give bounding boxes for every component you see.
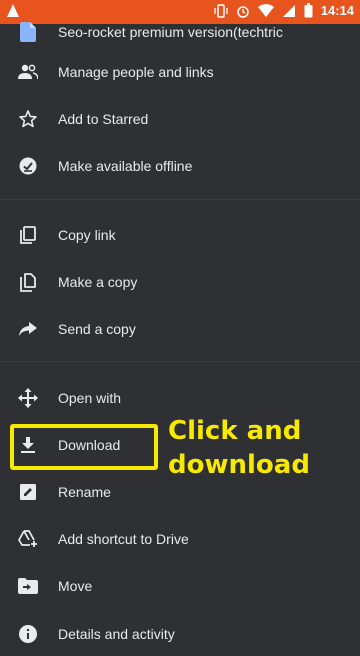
share-icon (0, 322, 58, 336)
move-icon (0, 578, 58, 594)
copy-link-icon (0, 226, 58, 244)
menu-item-add-shortcut[interactable]: Add shortcut to Drive (0, 517, 360, 561)
menu-item-add-to-starred[interactable]: Add to Starred (0, 97, 360, 141)
people-icon (0, 64, 58, 80)
download-highlight-box (10, 424, 158, 470)
make-offline-label: Make available offline (58, 158, 193, 174)
annotation-line-2: download (168, 450, 310, 480)
open-with-label: Open with (58, 390, 122, 406)
add-to-starred-label: Add to Starred (58, 111, 149, 127)
add-shortcut-icon (0, 530, 58, 548)
file-actions-sheet: Seo-rocket premium version(techtric Mana… (0, 22, 360, 643)
menu-item-copy-link[interactable]: Copy link (0, 213, 360, 257)
file-title: Seo-rocket premium version(techtric (58, 24, 283, 40)
copy-icon (0, 272, 58, 292)
manage-people-label: Manage people and links (58, 64, 214, 80)
info-icon (0, 625, 58, 643)
rename-icon (0, 484, 58, 500)
offline-icon (0, 157, 58, 175)
menu-item-make-a-copy[interactable]: Make a copy (0, 260, 360, 304)
menu-divider (0, 199, 360, 200)
annotation-line-1: Click and (168, 416, 302, 446)
make-a-copy-label: Make a copy (58, 274, 138, 290)
menu-item-move[interactable]: Move (0, 564, 360, 608)
menu-divider (0, 361, 360, 362)
annotation-text: Click and download (168, 414, 358, 482)
menu-item-details[interactable]: Details and activity (0, 612, 360, 656)
document-icon (0, 22, 58, 42)
menu-item-send-a-copy[interactable]: Send a copy (0, 307, 360, 351)
menu-item-manage-people[interactable]: Manage people and links (0, 50, 360, 94)
menu-item-file-title: Seo-rocket premium version(techtric (0, 10, 360, 54)
open-with-icon (0, 388, 58, 408)
star-icon (0, 110, 58, 128)
send-a-copy-label: Send a copy (58, 321, 136, 337)
move-label: Move (58, 578, 93, 594)
copy-link-label: Copy link (58, 227, 116, 243)
add-shortcut-label: Add shortcut to Drive (58, 531, 189, 547)
rename-label: Rename (58, 484, 111, 500)
menu-item-make-offline[interactable]: Make available offline (0, 144, 360, 188)
